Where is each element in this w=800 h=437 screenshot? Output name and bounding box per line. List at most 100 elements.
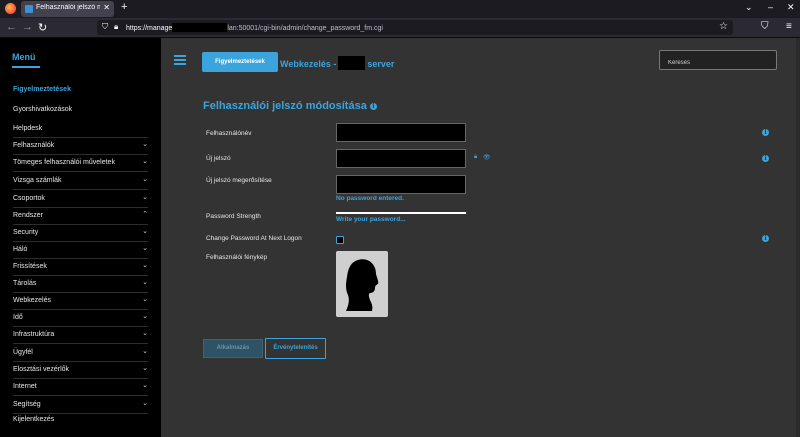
- show-password-eye-icon[interactable]: 👁︎: [483, 154, 491, 161]
- new-password-info-icon[interactable]: i: [762, 155, 769, 162]
- close-window-icon[interactable]: ✕: [787, 2, 795, 13]
- url-bar[interactable]: ⛉ 🔒︎ https://manage lan:50001/cgi-bin/adm…: [97, 20, 733, 35]
- chevron-icon[interactable]: ⌄: [142, 227, 148, 235]
- chevron-icon[interactable]: ⌄: [142, 140, 148, 148]
- change-at-logon-info-icon[interactable]: i: [762, 235, 769, 242]
- cancel-button[interactable]: Érvénytelenítés: [265, 338, 326, 359]
- sidebar-item-label: Kijelentkezés: [13, 416, 55, 423]
- sidebar-item[interactable]: Infrastruktúra ⌄: [13, 329, 148, 338]
- sidebar-divider: [13, 224, 148, 225]
- firefox-icon[interactable]: [5, 3, 16, 14]
- hamburger-menu-icon[interactable]: [174, 55, 186, 65]
- sidebar-item[interactable]: Felhasználók ⌄: [13, 140, 148, 149]
- apply-button[interactable]: Alkalmazás: [203, 339, 263, 358]
- silhouette-icon: [346, 259, 379, 311]
- chevron-icon[interactable]: ⌄: [142, 347, 148, 355]
- change-at-logon-checkbox[interactable]: [336, 236, 344, 244]
- sidebar-item[interactable]: Ügyfél ⌄: [13, 347, 148, 356]
- brand-suffix: server: [367, 59, 395, 69]
- username-info-icon[interactable]: i: [762, 129, 769, 136]
- confirm-password-input[interactable]: [337, 179, 465, 196]
- sidebar-item[interactable]: Security ⌄: [13, 227, 148, 236]
- reload-icon[interactable]: ↻: [38, 21, 47, 34]
- chevron-icon[interactable]: ⌄: [142, 399, 148, 407]
- brand-prefix: Webkezelés -: [280, 59, 337, 69]
- chevron-icon[interactable]: ⌃: [142, 210, 148, 218]
- url-text[interactable]: https://manage lan:50001/cgi-bin/admin/ch…: [126, 23, 383, 32]
- sidebar-divider: [13, 241, 148, 242]
- new-password-label: Új jelszó: [206, 155, 231, 162]
- chevron-icon[interactable]: ⌄: [142, 295, 148, 303]
- sidebar-item[interactable]: Figyelmeztetések: [13, 86, 148, 93]
- browser-tab[interactable]: Felhasználói jelszó módosí ✕: [21, 1, 114, 17]
- sidebar-item[interactable]: Tárolás ⌄: [13, 278, 148, 287]
- pocket-icon[interactable]: ⛉: [761, 21, 769, 32]
- sidebar-divider: [13, 343, 148, 344]
- sidebar-item[interactable]: Webkezelés ⌄: [13, 295, 148, 304]
- search-box[interactable]: [659, 50, 777, 72]
- sidebar-item-label: Elosztási vezérlők: [13, 366, 70, 373]
- sidebar: Menü Figyelmeztetések Gyorshivatkozások He…: [0, 38, 161, 437]
- new-password-field[interactable]: [336, 149, 466, 170]
- back-icon[interactable]: ←: [6, 21, 17, 33]
- search-input[interactable]: [660, 54, 776, 72]
- chevron-icon[interactable]: ⌄: [142, 329, 148, 337]
- sidebar-item-label: Ügyfél: [13, 349, 33, 356]
- tab-close-icon[interactable]: ✕: [103, 3, 110, 12]
- sidebar-divider: [13, 413, 148, 414]
- tab-list-icon[interactable]: ⌄: [745, 2, 753, 13]
- chevron-icon[interactable]: ⌄: [142, 261, 148, 269]
- lock-small-icon[interactable]: 🔒︎: [474, 154, 477, 161]
- sidebar-item[interactable]: Tömeges felhasználói műveletek ⌄: [13, 157, 148, 166]
- browser-nav-bar: ← → ↻ ⛉ 🔒︎ https://manage lan:50001/cgi-b…: [0, 18, 800, 38]
- confirm-password-label: Új jelszó megerősítése: [206, 177, 272, 184]
- user-photo[interactable]: [336, 251, 388, 317]
- sidebar-item[interactable]: Idő ⌄: [13, 312, 148, 321]
- bookmark-star-icon[interactable]: ☆: [719, 21, 728, 32]
- page-title-text: Felhasználói jelszó módosítása: [203, 100, 367, 112]
- app-menu-icon[interactable]: ≡: [786, 21, 792, 32]
- alerts-button[interactable]: Figyelmeztetések: [202, 52, 278, 72]
- sidebar-item[interactable]: Helpdesk: [13, 125, 148, 132]
- sidebar-item[interactable]: Kijelentkezés: [13, 416, 148, 423]
- chevron-icon[interactable]: ⌄: [142, 364, 148, 372]
- sidebar-item[interactable]: Csoportok ⌄: [13, 193, 148, 202]
- sidebar-item-label: Háló: [13, 246, 28, 253]
- info-icon[interactable]: i: [369, 103, 377, 110]
- sidebar-item[interactable]: Rendszer ⌃: [13, 210, 148, 219]
- username-field[interactable]: [336, 123, 466, 144]
- username-input[interactable]: [337, 127, 465, 144]
- sidebar-divider: [13, 189, 148, 190]
- shield-icon[interactable]: ⛉: [102, 22, 108, 32]
- chevron-icon[interactable]: ⌄: [142, 175, 148, 183]
- sidebar-item[interactable]: Internet ⌄: [13, 381, 148, 390]
- password-strength-bar: [336, 212, 466, 214]
- chevron-icon[interactable]: ⌄: [142, 381, 148, 389]
- chevron-icon[interactable]: ⌄: [142, 278, 148, 286]
- sidebar-item-label: Csoportok: [13, 195, 45, 202]
- new-tab-icon[interactable]: +: [121, 1, 127, 13]
- url-redaction: [172, 23, 228, 32]
- minimize-icon[interactable]: –: [768, 2, 773, 12]
- chevron-icon[interactable]: ⌄: [142, 244, 148, 252]
- new-password-input[interactable]: [337, 153, 465, 170]
- sidebar-divider: [13, 258, 148, 259]
- sidebar-item-label: Security: [13, 229, 39, 236]
- lock-icon[interactable]: 🔒︎: [114, 22, 118, 32]
- sidebar-item[interactable]: Elosztási vezérlők ⌄: [13, 364, 148, 373]
- sidebar-item-label: Tömeges felhasználói műveletek: [13, 159, 115, 166]
- sidebar-item-label: Frissítések: [13, 263, 47, 270]
- chevron-icon[interactable]: ⌄: [142, 157, 148, 165]
- sidebar-item[interactable]: Gyorshivatkozások: [13, 106, 148, 113]
- forward-icon[interactable]: →: [22, 21, 33, 33]
- sidebar-item[interactable]: Frissítések ⌄: [13, 261, 148, 270]
- confirm-password-field[interactable]: [336, 175, 466, 196]
- page-scrollbar[interactable]: [796, 38, 800, 437]
- chevron-icon[interactable]: ⌄: [142, 193, 148, 201]
- sidebar-item[interactable]: Segítség ⌄: [13, 399, 148, 408]
- chevron-icon[interactable]: ⌄: [142, 312, 148, 320]
- sidebar-item[interactable]: Vizsga számlák ⌄: [13, 175, 148, 184]
- page-title: Felhasználói jelszó módosítása i: [203, 100, 377, 112]
- sidebar-item-label: Rendszer: [13, 212, 43, 219]
- sidebar-item[interactable]: Háló ⌄: [13, 244, 148, 253]
